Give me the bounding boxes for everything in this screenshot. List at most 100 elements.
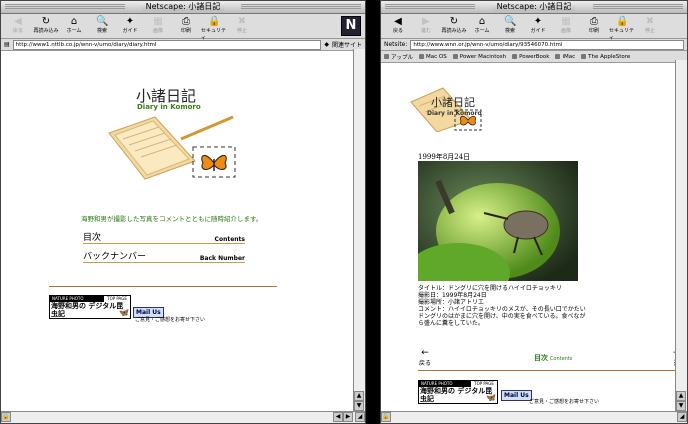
personal-bookmark[interactable]: The AppleStore <box>581 54 630 60</box>
vertical-scrollbar[interactable]: ▲ ▼ <box>675 60 687 411</box>
bookmark-label: The AppleStore <box>588 53 631 60</box>
toolbar-label: ガイド <box>530 28 546 34</box>
back-link[interactable]: ← 戻る <box>419 348 431 367</box>
browser-window-left: Netscape: 小諸日記 ◀ 戻る ↻ 再読み込み ⌂ ホーム 🔍 検索 ✦ ガイド ▦ 画像 ⎙ 印… <box>0 0 366 424</box>
personal-bookmark[interactable]: Mac OS <box>419 54 447 60</box>
bookmark-icon[interactable]: ▤ <box>4 41 10 48</box>
toolbar-button-5[interactable]: ✦ ガイド <box>525 16 551 34</box>
navigation-toolbar: ◀ 戻る ▶ 進む ↻ 再読み込み ⌂ ホーム 🔍 検索 ✦ ガイド ▦ 画像 ⎙ 印刷 🔒 セキュリティ ✖ 停止 <box>381 14 687 41</box>
scroll-left-icon[interactable]: ◀ <box>333 412 343 422</box>
status-lock-icon: 🔓 <box>381 412 391 422</box>
title-bar[interactable]: Netscape: 小諸日記 <box>1 1 365 14</box>
related-sites-label[interactable]: 関連サイト <box>332 40 362 49</box>
bookmark-icon <box>581 54 587 59</box>
personal-bookmark[interactable]: iMac <box>555 54 575 60</box>
bookmark-label: Power Macintosh <box>459 53 507 60</box>
resize-grip-icon[interactable]: ◢ <box>677 412 687 422</box>
window-title: Netscape: 小諸日記 <box>492 2 576 11</box>
contents-link[interactable]: 目次 Contents <box>534 353 572 363</box>
toolbar-button-8[interactable]: 🔒 セキュリティ <box>609 16 635 41</box>
toolbar-button-9[interactable]: ✖ 停止 <box>637 16 663 34</box>
scroll-up-icon[interactable]: ▲ <box>354 391 364 401</box>
toolbar-button-1[interactable]: ↻ 再読み込み <box>33 16 59 34</box>
toolbar-label: 印刷 <box>588 28 599 34</box>
horizontal-scrollbar[interactable]: 🔓 ◀ ▶ ◢ <box>1 411 365 423</box>
location-input[interactable]: http://www1.nttlb.co.jp/wnn-v/umo/diary/… <box>12 39 322 50</box>
photo-info: タイトル：ドングリに穴を開けるハイイロチョッキリ 撮影日：1999年8月24日 … <box>418 285 588 327</box>
digital-insect-banner[interactable]: NATURE PHOTO TOP PAGE 海野和男の デジタル昆虫記 🦋 <box>418 380 498 404</box>
toolbar-button-2[interactable]: ⌂ ホーム <box>61 16 87 34</box>
status-lock-icon: 🔓 <box>1 412 11 422</box>
mail-us-button[interactable]: Mail Us <box>501 390 532 401</box>
toolbar-label: セキュリティ <box>201 28 227 41</box>
digital-insect-banner[interactable]: NATURE PHOTO TOP PAGE 海野和男の デジタル昆虫記 🦋 <box>49 295 131 319</box>
toolbar-button-8[interactable]: ✖ 停止 <box>229 16 255 34</box>
toolbar-button-1[interactable]: ▶ 進む <box>413 16 439 34</box>
toolbar-icon: ✦ <box>125 16 135 27</box>
mail-note: ご意見・ご感想をお寄せ下さい <box>529 399 600 405</box>
personal-bookmark[interactable]: Power Macintosh <box>452 53 507 60</box>
toolbar-icon: ▦ <box>153 16 163 27</box>
netscape-logo-icon[interactable]: N <box>341 16 361 36</box>
toolbar-label: 戻る <box>12 28 23 34</box>
bookmark-icon <box>555 54 561 59</box>
title-bar[interactable]: Netscape: 小諸日記 <box>381 1 687 14</box>
toolbar-icon: ◀ <box>394 16 402 27</box>
toolbar-icon: ▦ <box>561 16 571 27</box>
browser-window-right: Netscape: 小諸日記 ◀ 戻る ▶ 進む ↻ 再読み込み ⌂ ホーム 🔍 検索 ✦ ガイド ▦ 画… <box>380 0 688 424</box>
location-input[interactable]: http://www.wnn.or.jp/wnn-v/umo/diary/935… <box>410 39 684 50</box>
page-subtitle: Diary in Komoro <box>427 110 482 117</box>
toolbar-button-5[interactable]: ▦ 画像 <box>145 16 171 34</box>
toolbar-label: 再読み込み <box>441 28 467 34</box>
vertical-scrollbar[interactable]: ▲ ▼ <box>353 49 365 411</box>
info-place: 撮影場所：小諸アトリエ <box>418 299 485 306</box>
toolbar-label: 画像 <box>152 28 163 34</box>
toolbar-icon: ✦ <box>533 16 543 27</box>
toolbar-icon: ↻ <box>41 16 51 27</box>
toolbar-label: 再読み込み <box>33 28 59 34</box>
toolbar-button-3[interactable]: 🔍 検索 <box>89 16 115 34</box>
toolbar-button-3[interactable]: ⌂ ホーム <box>469 16 495 34</box>
toolbar-label: ホーム <box>474 28 490 34</box>
toolbar-button-0[interactable]: ◀ 戻る <box>5 16 31 34</box>
divider <box>49 286 277 287</box>
banner-top-page: TOP PAGE <box>470 381 497 387</box>
related-sites-icon[interactable]: ◆ <box>324 41 329 48</box>
page-content: 小諸日記 Diary in Komoro 1999年8月24日 タイトル：ドング <box>381 60 681 411</box>
resize-grip-icon[interactable]: ◢ <box>355 412 365 422</box>
toolbar-button-0[interactable]: ◀ 戻る <box>385 16 411 34</box>
info-date: 撮影日：1999年8月24日 <box>418 292 487 299</box>
menu-backnumber-link[interactable]: バックナンバー Back Number <box>83 252 245 263</box>
page-content: 小諸日記 Diary in Komoro 海野和男が撮影した写真をコメントととも… <box>1 49 353 411</box>
navigation-toolbar: ◀ 戻る ↻ 再読み込み ⌂ ホーム 🔍 検索 ✦ ガイド ▦ 画像 ⎙ 印刷 🔒 セキュリティ ✖ 停止 N <box>1 14 365 41</box>
contents-jp: 目次 <box>534 354 548 362</box>
insect-photo <box>418 161 578 281</box>
horizontal-scrollbar[interactable]: 🔓 ◢ <box>381 411 687 423</box>
menu-contents-jp: 目次 <box>83 233 102 243</box>
toolbar-button-4[interactable]: ✦ ガイド <box>117 16 143 34</box>
toolbar-button-2[interactable]: ↻ 再読み込み <box>441 16 467 34</box>
scroll-up-icon[interactable]: ▲ <box>676 391 686 401</box>
toolbar-button-6[interactable]: ▦ 画像 <box>553 16 579 34</box>
bookmark-icon <box>512 54 518 59</box>
toolbar-label: 検索 <box>96 28 107 34</box>
toolbar-button-6[interactable]: ⎙ 印刷 <box>173 16 199 34</box>
menu-backnumber-jp: バックナンバー <box>83 252 147 262</box>
toolbar-icon: ✖ <box>645 16 655 27</box>
scroll-right-icon[interactable]: ▶ <box>343 412 353 422</box>
mail-note: ご意見・ご感想をお寄せ下さい <box>135 317 206 323</box>
toolbar-label: 停止 <box>644 28 655 34</box>
menu-contents-link[interactable]: 目次 Contents <box>83 233 245 244</box>
toolbar-icon: 🔒 <box>616 16 629 27</box>
toolbar-button-4[interactable]: 🔍 検索 <box>497 16 523 34</box>
toolbar-button-7[interactable]: ⎙ 印刷 <box>581 16 607 34</box>
personal-bookmark[interactable]: PowerBook <box>512 54 549 60</box>
back-label: 戻る <box>419 360 432 367</box>
notebook-butterfly-illustration <box>108 115 236 180</box>
toolbar-label: 戻る <box>392 28 403 34</box>
toolbar-icon: ⌂ <box>478 16 486 27</box>
toolbar-button-7[interactable]: 🔒 セキュリティ <box>201 16 227 41</box>
scroll-down-icon[interactable]: ▼ <box>354 401 364 411</box>
toolbar-icon: ⌂ <box>70 16 78 27</box>
scroll-down-icon[interactable]: ▼ <box>676 401 686 411</box>
